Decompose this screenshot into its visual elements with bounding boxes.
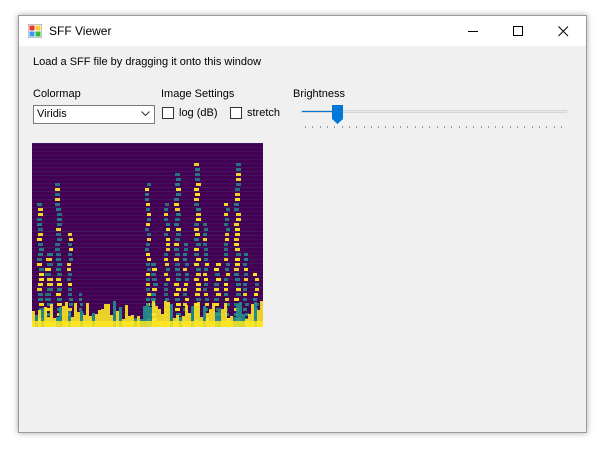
slider-tick <box>451 126 453 128</box>
slider-tick <box>356 126 358 128</box>
slider-tick <box>480 126 482 128</box>
slider-tick <box>407 126 409 128</box>
slider-tick <box>312 126 314 128</box>
minimize-button[interactable] <box>451 16 496 46</box>
slider-tick <box>509 126 511 128</box>
slider-tick <box>348 126 350 128</box>
slider-tick <box>334 126 336 128</box>
stretch-label[interactable]: stretch <box>247 107 280 119</box>
slider-tick <box>400 126 402 128</box>
colormap-select[interactable]: Viridis <box>33 105 155 124</box>
brightness-slider-ticks <box>305 126 562 129</box>
app-window: SFF Viewer Load a SFF file by dragging i… <box>18 15 587 433</box>
slider-tick <box>443 126 445 128</box>
slider-tick <box>517 126 519 128</box>
slider-tick <box>531 126 533 128</box>
slider-tick <box>422 126 424 128</box>
slider-tick <box>363 126 365 128</box>
slider-tick <box>495 126 497 128</box>
slider-tick <box>546 126 548 128</box>
title-bar[interactable]: SFF Viewer <box>19 16 586 46</box>
window-title: SFF Viewer <box>49 24 112 38</box>
slider-tick <box>370 126 372 128</box>
slider-tick <box>414 126 416 128</box>
close-button[interactable] <box>541 16 586 46</box>
image-settings-label: Image Settings <box>161 88 235 100</box>
slider-tick <box>487 126 489 128</box>
slider-tick <box>319 126 321 128</box>
slider-tick <box>378 126 380 128</box>
stretch-checkbox[interactable] <box>230 107 242 119</box>
instruction-text: Load a SFF file by dragging it onto this… <box>33 56 262 68</box>
brightness-label: Brightness <box>293 88 345 100</box>
slider-tick <box>436 126 438 128</box>
maximize-icon <box>513 26 523 36</box>
log-db-checkbox[interactable] <box>162 107 174 119</box>
slider-tick <box>539 126 541 128</box>
chevron-down-icon <box>141 111 150 117</box>
colormap-label: Colormap <box>33 88 81 100</box>
brightness-slider-thumb[interactable] <box>331 105 343 124</box>
slider-tick <box>465 126 467 128</box>
slider-tick <box>561 126 562 128</box>
brightness-slider-fill <box>302 111 334 112</box>
slider-tick <box>524 126 526 128</box>
slider-tick <box>392 126 394 128</box>
slider-tick <box>305 126 306 128</box>
spectrogram-image <box>32 143 263 327</box>
slider-tick <box>429 126 431 128</box>
log-db-label[interactable]: log (dB) <box>179 107 218 119</box>
slider-tick <box>458 126 460 128</box>
slider-tick <box>553 126 555 128</box>
close-icon <box>558 26 569 37</box>
colormap-selected-value: Viridis <box>37 108 67 120</box>
slider-tick <box>326 126 328 128</box>
slider-tick <box>385 126 387 128</box>
minimize-icon <box>468 31 478 32</box>
slider-tick <box>341 126 343 128</box>
maximize-button[interactable] <box>496 16 541 46</box>
slider-tick <box>502 126 504 128</box>
app-icon <box>28 24 42 38</box>
slider-tick <box>473 126 475 128</box>
